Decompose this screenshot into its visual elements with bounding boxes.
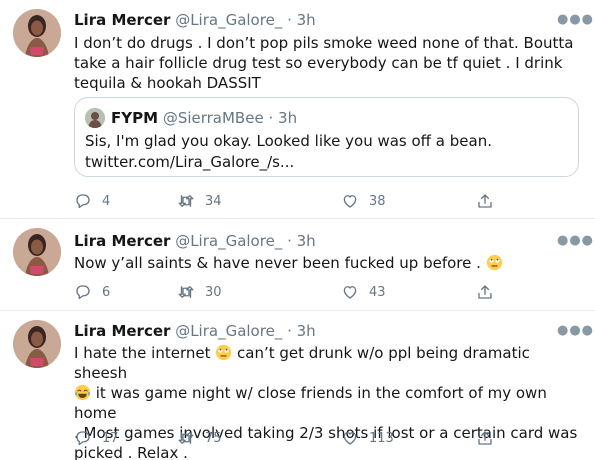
retweet-icon [178,432,194,444]
retweet-count: 30 [205,284,222,300]
separator-dot: · [268,109,274,127]
quote-avatar [85,108,105,128]
reply-button[interactable]: 17 [74,428,119,448]
reply-icon [76,431,90,446]
tweet[interactable]: Lira Mercer @Lira_Galore_ · 3h ●●● I hat… [0,311,595,460]
like-icon [343,195,357,208]
retweet-icon [178,286,194,298]
like-button[interactable]: 43 [341,282,386,302]
tweet-text-line: I hate the internet can’t get drunk w/o … [74,343,579,383]
share-button[interactable] [476,428,494,448]
like-count: 43 [369,284,386,300]
tweet-text-segment: Now y’all saints & have never been fucke… [74,254,486,272]
retweet-button[interactable]: 75 [177,428,222,448]
tweet-header: Lira Mercer @Lira_Galore_ · 3h [74,10,316,30]
retweet-button[interactable]: 30 [177,282,222,302]
quote-text: Sis, I'm glad you okay. Looked like you … [85,131,565,173]
author-name[interactable]: Lira Mercer [74,11,170,29]
reply-count: 17 [102,430,119,446]
avatar[interactable] [13,9,61,57]
like-count: 38 [369,193,386,209]
author-handle[interactable]: @Lira_Galore_ [175,232,282,250]
timestamp[interactable]: 3h [297,232,316,250]
tweet[interactable]: Lira Mercer @Lira_Galore_ · 3h ●●● I don… [0,0,595,219]
quote-timestamp: 3h [278,109,298,127]
reply-button[interactable]: 6 [74,282,110,302]
rolling-eyes-emoji [486,254,502,271]
quote-header: FYPM @SierraMBee · 3h [111,108,297,128]
tweet-text-line: it was game night w/ close friends in th… [74,383,579,423]
like-count: 113 [369,430,394,446]
retweet-count: 75 [205,430,222,446]
tweet-header: Lira Mercer @Lira_Galore_ · 3h [74,321,316,341]
quoted-tweet[interactable]: FYPM @SierraMBee · 3h Sis, I'm glad you … [74,97,579,177]
action-bar: 17 75 113 [74,428,514,448]
rolling-eyes-emoji [216,344,232,361]
tweet-text: Now y’all saints & have never been fucke… [74,253,579,273]
retweet-icon [178,195,194,207]
action-bar: 4 34 38 [74,191,514,211]
author-name[interactable]: Lira Mercer [74,232,170,250]
reply-button[interactable]: 4 [74,191,110,211]
author-handle[interactable]: @Lira_Galore_ [175,322,282,340]
like-button[interactable]: 113 [341,428,394,448]
tweet-text-segment: I hate the internet [74,344,216,362]
share-button[interactable] [476,191,494,211]
author-name[interactable]: Lira Mercer [74,322,170,340]
reply-count: 6 [102,284,111,300]
tweet[interactable]: Lira Mercer @Lira_Galore_ · 3h ●●● Now y… [0,219,595,311]
share-button[interactable] [476,282,494,302]
quote-link: twitter.com/Lira_Galore_/s... [85,153,295,171]
reply-count: 4 [102,193,111,209]
quote-author-handle: @SierraMBee [162,109,264,127]
avatar[interactable] [13,228,61,276]
share-icon [478,431,492,445]
timestamp[interactable]: 3h [297,11,316,29]
more-horizontal-icon[interactable]: ●●● [557,234,593,248]
separator-dot: · [287,11,292,29]
reply-icon [76,194,90,209]
retweet-button[interactable]: 34 [177,191,222,211]
action-bar: 6 30 43 [74,282,514,302]
like-button[interactable]: 38 [341,191,386,211]
quote-author-name: FYPM [111,109,159,127]
like-icon [343,432,357,445]
more-horizontal-icon[interactable]: ●●● [557,13,593,27]
tears-of-joy-emoji [74,384,91,401]
tweet-header: Lira Mercer @Lira_Galore_ · 3h [74,231,316,251]
more-horizontal-icon[interactable]: ●●● [557,324,593,338]
avatar[interactable] [13,320,61,368]
author-handle[interactable]: @Lira_Galore_ [175,11,282,29]
separator-dot: · [287,232,292,250]
tweet-text: I don’t do drugs . I don’t pop pils smok… [74,34,574,92]
separator-dot: · [287,322,292,340]
retweet-count: 34 [205,193,222,209]
tweet-text-segment: it was game night w/ close friends in th… [74,384,547,422]
timestamp[interactable]: 3h [297,322,316,340]
quote-text-line: Sis, I'm glad you okay. Looked like you … [85,132,492,150]
share-icon [478,285,492,299]
reply-icon [76,285,90,300]
share-icon [478,194,492,208]
like-icon [343,286,357,299]
